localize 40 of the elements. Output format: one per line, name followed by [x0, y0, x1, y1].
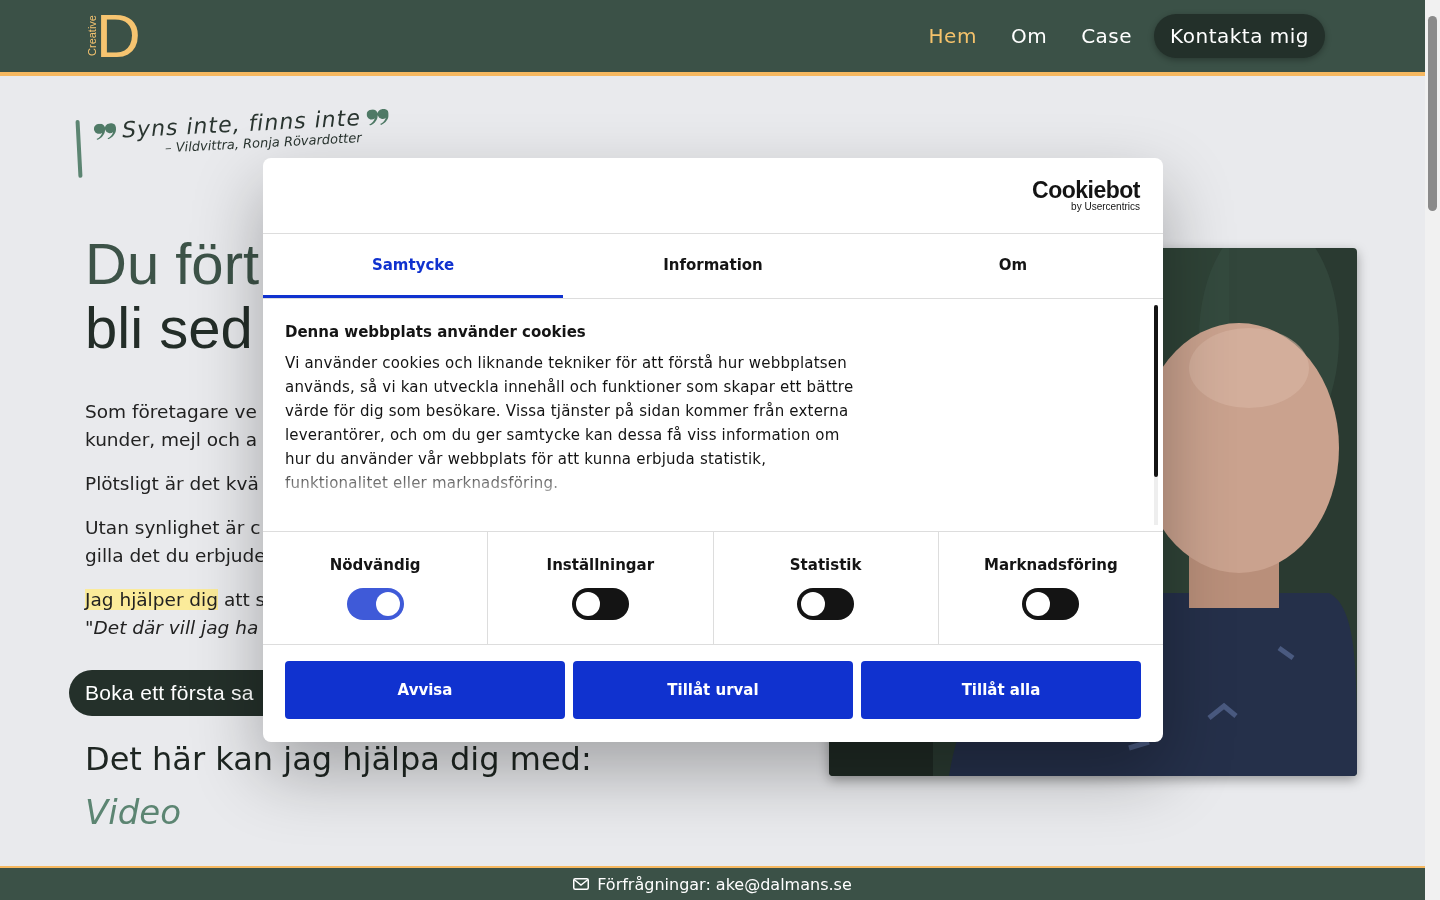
scrollbar[interactable]: [1425, 0, 1440, 900]
paragraph-text: "Det där vill jag ha: [85, 617, 259, 638]
quote-icon: [93, 122, 117, 140]
dialog-tab[interactable]: Samtycke: [263, 234, 563, 298]
cookiebot-logo: Cookiebot by Usercentrics: [1032, 179, 1140, 212]
toggle-switch[interactable]: [1022, 588, 1080, 620]
paragraph-text: gilla det du erbjude: [85, 545, 266, 566]
quote-icon: [366, 108, 390, 126]
scrollbar[interactable]: [1154, 305, 1158, 525]
service-title: Video: [85, 792, 182, 832]
toggle-switch[interactable]: [346, 588, 404, 620]
nav-link[interactable]: Om: [998, 16, 1060, 56]
consent-button[interactable]: Tillåt alla: [861, 661, 1141, 719]
toggle-label: Statistik: [789, 556, 862, 574]
nav-link[interactable]: Hem: [916, 16, 989, 56]
paragraph-text: Jag hjälper dig: [85, 589, 218, 610]
quote-bar: [75, 119, 83, 178]
paragraph-text: Som företagare ve: [85, 401, 257, 422]
toggle-label: Marknadsföring: [984, 556, 1118, 574]
consent-button[interactable]: Avvisa: [285, 661, 565, 719]
toggle-switch[interactable]: [797, 588, 855, 620]
paragraph-text: Plötsligt är det kvä: [85, 473, 259, 494]
dialog-tab[interactable]: Information: [563, 234, 863, 298]
dialog-title: Denna webbplats använder cookies: [285, 323, 587, 341]
dialog-tab[interactable]: Om: [863, 234, 1163, 298]
mail-icon: [573, 878, 590, 890]
contact-email[interactable]: Förfrågningar: ake@dalmans.se: [597, 874, 852, 894]
paragraph-text: Utan synlighet är c: [85, 517, 261, 538]
contact-button[interactable]: Kontakta mig: [1154, 14, 1325, 58]
consent-button[interactable]: Tillåt urval: [573, 661, 853, 719]
headline: bli sed: [85, 296, 253, 360]
headline: Du fört: [85, 232, 260, 296]
paragraph-text: kunder, mejl och a: [85, 429, 258, 450]
dialog-text: Vi använder cookies och liknande tekniker för att förstå hur webbplatsen används, så vi kan utveckla innehåll och funktioner som skapar ett bättre värde för dig som besökare. Vissa tjänster på sidan kommer från externa leverantörer, och om du ger samtycke kan dessa få viss information om hur du använder vår webbplats för att kunna erbjuda statistik, funktionalitet eller marknadsföring.: [285, 353, 855, 494]
nav-link[interactable]: Case: [1069, 16, 1145, 56]
toggle-label: Inställningar: [546, 556, 655, 574]
toggle-label: Nödvändig: [329, 556, 421, 574]
section-heading: Det här kan jag hjälpa dig med:: [85, 740, 593, 778]
toggle-switch[interactable]: [571, 588, 629, 620]
logo[interactable]: Creative D: [86, 8, 141, 64]
